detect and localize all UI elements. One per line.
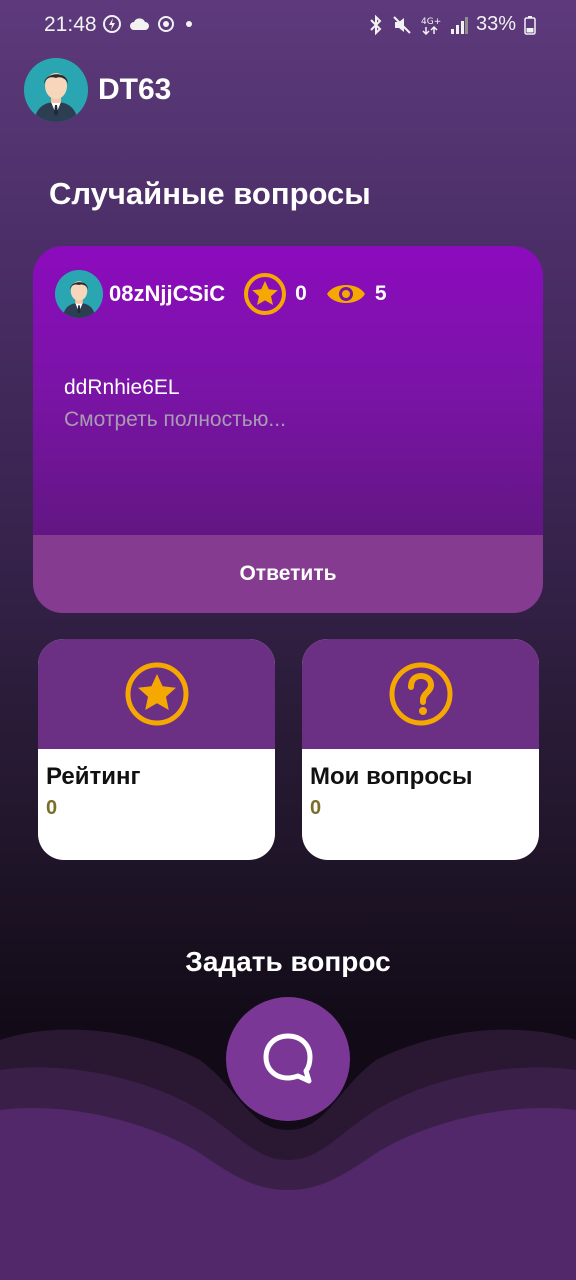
profile-header[interactable]: DT63 [24, 58, 171, 122]
user-avatar-icon [55, 270, 103, 318]
star-icon [244, 273, 287, 315]
star-count: 0 [243, 272, 307, 316]
svg-text:4G+: 4G+ [421, 17, 441, 27]
my-questions-label: Мои вопросы [310, 763, 473, 790]
section-title: Случайные вопросы [49, 176, 371, 211]
question-icon [389, 662, 452, 726]
cloud-icon [130, 18, 149, 30]
question-text: ddRnhie6EL [64, 376, 180, 399]
ask-question-button[interactable] [226, 997, 350, 1121]
rating-value: 0 [46, 797, 58, 819]
my-questions-tile[interactable]: Мои вопросы 0 [302, 639, 539, 860]
author-avatar[interactable] [55, 270, 103, 318]
status-time: 21:48 [44, 13, 97, 36]
views-value: 5 [374, 282, 387, 305]
star-icon [125, 662, 188, 726]
see-full-link[interactable]: Смотреть полностью... [64, 408, 286, 432]
network-4g-icon: 4G+ [421, 17, 441, 35]
sync-icon [158, 16, 174, 32]
my-questions-value: 0 [310, 797, 322, 819]
stars-value: 0 [295, 282, 307, 305]
notification-dot-icon [186, 21, 192, 27]
rating-tile[interactable]: Рейтинг 0 [38, 639, 275, 860]
power-saving-icon [103, 15, 121, 33]
question-author[interactable]: 08zNjjCSiC [109, 281, 225, 307]
username: DT63 [98, 73, 172, 106]
signal-icon [450, 16, 468, 34]
rating-label: Рейтинг [46, 763, 141, 790]
status-bar: 21:48 4G+ 33% [0, 0, 576, 52]
mute-icon [393, 15, 411, 34]
answer-button[interactable]: Ответить [33, 535, 543, 613]
battery-percent: 33% [475, 13, 516, 35]
avatar[interactable] [24, 58, 88, 122]
battery-charging-icon [524, 15, 536, 35]
eye-icon [326, 285, 365, 303]
user-avatar-icon [24, 58, 88, 122]
chat-bubble-icon [263, 1033, 313, 1084]
random-question-card[interactable]: 08zNjjCSiC 0 5 ddRnhie6EL Смотреть полно… [33, 246, 543, 613]
view-count: 5 [325, 280, 387, 308]
bluetooth-icon [370, 14, 382, 35]
ask-question-title: Задать вопрос [185, 946, 391, 977]
